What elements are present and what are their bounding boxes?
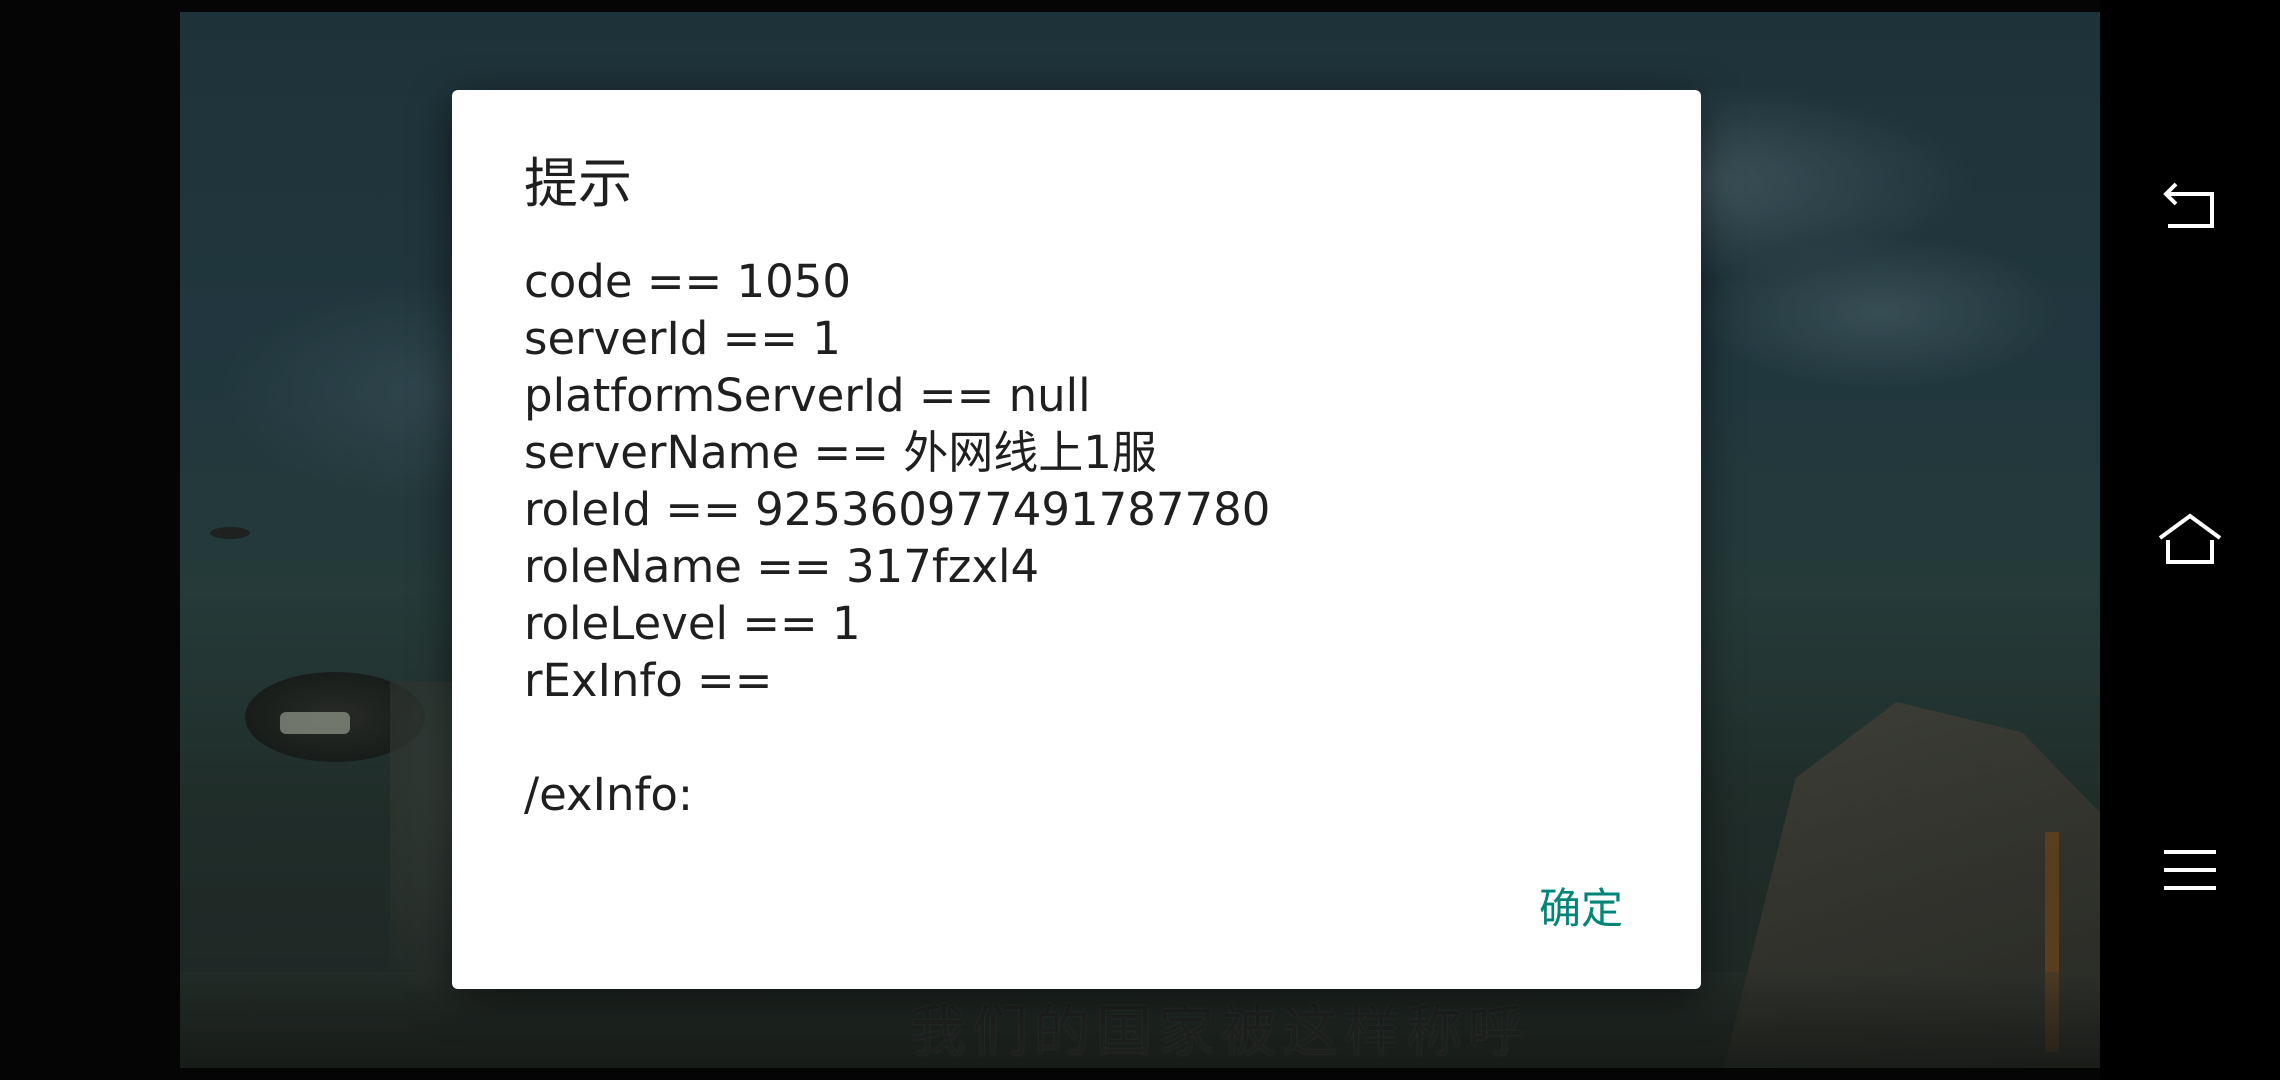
message-line-code: code == 1050 xyxy=(524,255,852,308)
back-button[interactable] xyxy=(2150,168,2230,248)
alert-dialog: 提示 code == 1050 serverId == 1 platformSe… xyxy=(452,90,1701,989)
confirm-button[interactable]: 确定 xyxy=(1533,879,1629,939)
message-line-role-name: roleName == 317fzxl4 xyxy=(524,540,1040,593)
home-icon xyxy=(2158,513,2222,564)
message-line-platform-server-id: platformServerId == null xyxy=(524,369,1091,422)
menu-button[interactable] xyxy=(2150,830,2230,910)
message-line-role-id: roleId == 925360977491787780 xyxy=(524,483,1271,536)
back-icon xyxy=(2163,182,2214,228)
message-line-role-level: roleLevel == 1 xyxy=(524,597,861,650)
message-line-exinfo: /exInfo: xyxy=(524,768,694,821)
message-line-rexinfo: rExInfo == xyxy=(524,654,773,707)
navigation-bar xyxy=(2100,0,2280,1080)
screen: 我们的国家被这样称呼 提示 code == 1050 serverId == 1… xyxy=(0,0,2280,1080)
message-line-server-id: serverId == 1 xyxy=(524,312,841,365)
message-line-server-name: serverName == 外网线上1服 xyxy=(524,426,1157,479)
dialog-title: 提示 xyxy=(524,152,632,215)
home-button[interactable] xyxy=(2150,500,2230,580)
dialog-message: code == 1050 serverId == 1 platformServe… xyxy=(524,253,1624,823)
menu-icon xyxy=(2164,850,2216,890)
